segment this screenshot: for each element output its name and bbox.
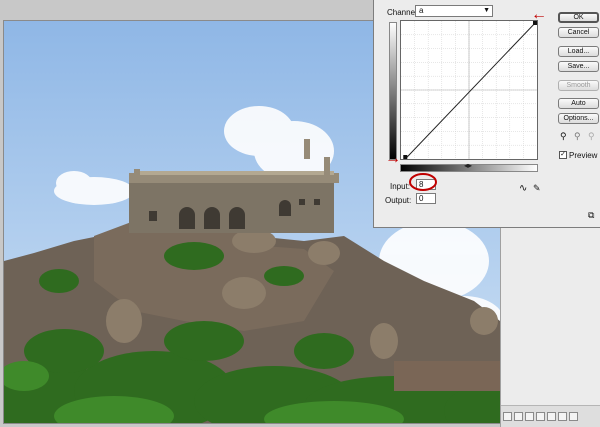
- adjustment-layer-icon[interactable]: [536, 412, 545, 421]
- channel-select[interactable]: a ▼: [415, 5, 493, 17]
- chevron-down-icon: ▼: [483, 7, 490, 14]
- ok-button[interactable]: OK: [558, 12, 599, 23]
- split-handle-icon[interactable]: ◂▸: [464, 162, 474, 170]
- smooth-button[interactable]: Smooth: [558, 80, 599, 91]
- curve-control-point: [403, 155, 408, 159]
- curve-graph[interactable]: [400, 20, 538, 160]
- white-eyedropper-icon[interactable]: ⚲: [588, 131, 595, 142]
- save-button[interactable]: Save...: [558, 61, 599, 72]
- layers-footer: [501, 405, 600, 427]
- annotation-arrow-top-right: ←: [531, 6, 547, 23]
- trash-icon[interactable]: [569, 412, 578, 421]
- layer-mask-icon[interactable]: [525, 412, 534, 421]
- preview-label: Preview: [569, 151, 598, 160]
- application-window: Channel: a ▼ ◂▸ Input: 8 Output: 0 ∿ ✎ O…: [0, 0, 600, 427]
- annotation-arrow-bottom-left: →: [385, 150, 401, 167]
- options-button[interactable]: Options...: [558, 113, 599, 124]
- output-field[interactable]: 0: [416, 193, 436, 204]
- group-icon[interactable]: [547, 412, 556, 421]
- resize-icon[interactable]: ⧉: [588, 210, 594, 221]
- cancel-button[interactable]: Cancel: [558, 27, 599, 38]
- gray-eyedropper-icon[interactable]: ⚲: [574, 131, 581, 142]
- preview-checkbox[interactable]: ✓: [559, 151, 567, 159]
- layers-panel: [500, 228, 600, 427]
- black-eyedropper-icon[interactable]: ⚲: [560, 131, 567, 142]
- curve-tool-icon[interactable]: ∿: [519, 183, 527, 194]
- annotation-circle-input-value: [409, 173, 437, 191]
- layer-style-icon[interactable]: [514, 412, 523, 421]
- input-label: Input:: [390, 182, 411, 191]
- curves-dialog: Channel: a ▼ ◂▸ Input: 8 Output: 0 ∿ ✎ O…: [373, 0, 600, 228]
- output-label: Output:: [385, 196, 412, 205]
- channel-value: a: [419, 6, 424, 15]
- pencil-tool-icon[interactable]: ✎: [533, 183, 541, 194]
- output-gradient-bar: [389, 22, 397, 160]
- load-button[interactable]: Load...: [558, 46, 599, 57]
- link-layers-icon[interactable]: [503, 412, 512, 421]
- auto-button[interactable]: Auto: [558, 98, 599, 109]
- new-layer-icon[interactable]: [558, 412, 567, 421]
